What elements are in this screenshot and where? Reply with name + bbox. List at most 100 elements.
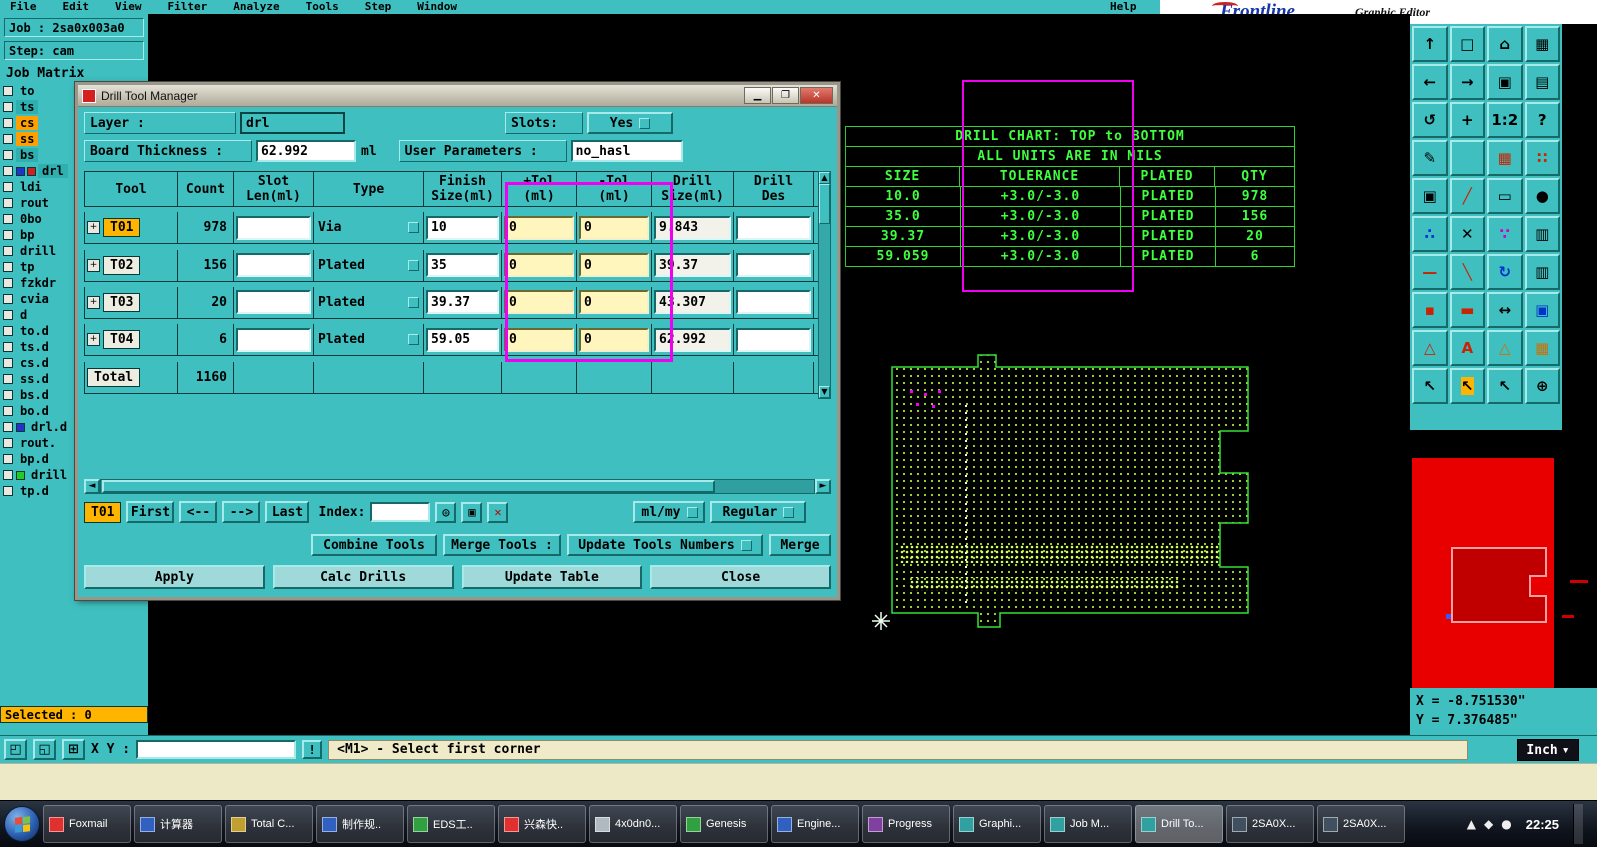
toolbar-icon-chip-icon[interactable]: ▣ xyxy=(1524,292,1560,328)
layer-visibility-icon[interactable] xyxy=(3,278,13,288)
menu-item[interactable]: View xyxy=(115,0,142,14)
layer-name[interactable]: ldi xyxy=(16,180,46,194)
user-parameters-input[interactable] xyxy=(570,140,683,162)
first-button[interactable]: First xyxy=(126,501,175,523)
layer-visibility-icon[interactable] xyxy=(3,406,13,416)
delete-tool-icon[interactable]: ✕ xyxy=(487,501,509,523)
layer-name[interactable]: tp.d xyxy=(16,484,53,498)
toolbar-icon-scatter-icon[interactable]: ∵ xyxy=(1487,216,1523,252)
toolbar-icon-dash-icon[interactable]: ▬ xyxy=(1449,292,1485,328)
maximize-button[interactable]: ❐ xyxy=(772,87,799,104)
taskbar-button--[interactable]: 计算器 xyxy=(134,805,222,843)
taskbar-button-total-c-[interactable]: Total C... xyxy=(225,805,313,843)
menu-item[interactable]: File xyxy=(10,0,37,14)
taskbar-button--[interactable]: 兴森快.. xyxy=(498,805,586,843)
tool-id[interactable]: T02 xyxy=(103,255,141,275)
layer-visibility-icon[interactable] xyxy=(3,262,13,272)
toolbar-icon-refresh-icon[interactable]: ↻ xyxy=(1487,254,1523,290)
layer-name[interactable]: rout. xyxy=(16,436,60,450)
tool-row-icon[interactable]: + xyxy=(87,333,100,347)
layer-visibility-icon[interactable] xyxy=(3,390,13,400)
snap-tool-icon[interactable]: ▣ xyxy=(461,501,483,523)
layer-name[interactable]: cs.d xyxy=(16,356,53,370)
taskbar-button--[interactable]: 制作规.. xyxy=(316,805,404,843)
layer-name[interactable]: drl xyxy=(38,164,68,178)
toolbar-icon-outline-triangle-icon[interactable]: △ xyxy=(1487,330,1523,366)
tool-row-icon[interactable]: + xyxy=(87,258,100,272)
toolbar-icon-help-icon[interactable]: ? xyxy=(1524,102,1560,138)
toolbar-icon-columns-icon[interactable]: ▥ xyxy=(1524,254,1560,290)
layer-name[interactable]: bs.d xyxy=(16,388,53,402)
mode-dropdown[interactable]: Regular xyxy=(710,501,807,523)
toolbar-icon-move-left-icon[interactable]: ← xyxy=(1412,64,1448,100)
toolbar-icon-center-icon[interactable]: + xyxy=(1449,102,1485,138)
type-dropdown[interactable]: Plated xyxy=(314,286,424,319)
type-dropdown[interactable]: Plated xyxy=(314,324,424,357)
taskbar-button-progress[interactable]: Progress xyxy=(862,805,950,843)
menu-item-help[interactable]: Help xyxy=(1110,0,1137,14)
taskbar-button-genesis[interactable]: Genesis xyxy=(680,805,768,843)
merge-button[interactable]: Merge xyxy=(769,534,831,556)
finish-size-input[interactable]: 35 xyxy=(426,253,499,278)
layer-visibility-icon[interactable] xyxy=(3,326,13,336)
toolbar-icon-layers-icon[interactable]: ▤ xyxy=(1524,64,1560,100)
units-toggle-button[interactable]: Inch ▾ xyxy=(1517,739,1579,761)
toolbar-icon-rotate-icon[interactable]: ↺ xyxy=(1412,102,1448,138)
layer-name[interactable]: d xyxy=(16,308,31,322)
layer-name[interactable]: ts xyxy=(16,100,39,114)
layer-name[interactable]: drl.d xyxy=(27,420,71,434)
merge-tools-button[interactable]: Merge Tools : xyxy=(443,534,561,556)
layer-visibility-icon[interactable] xyxy=(3,294,13,304)
tool-row-icon[interactable]: + xyxy=(87,295,100,309)
menu-item[interactable]: Filter xyxy=(168,0,208,14)
drill-des-input[interactable] xyxy=(736,215,811,240)
toolbar-icon-windows-icon[interactable]: ▣ xyxy=(1487,64,1523,100)
layer-visibility-icon[interactable] xyxy=(3,454,13,464)
toolbar-icon-warning-icon[interactable]: △ xyxy=(1412,330,1448,366)
scroll-down-icon[interactable]: ▼ xyxy=(819,386,830,398)
tool-row-icon[interactable]: + xyxy=(87,221,100,235)
tray-volume-icon[interactable]: ● xyxy=(1501,817,1511,831)
toolbar-icon-slope-icon[interactable]: ╲ xyxy=(1449,254,1485,290)
toolbar-icon-delete-icon[interactable]: ✕ xyxy=(1449,216,1485,252)
layer-visibility-icon[interactable] xyxy=(3,86,13,96)
layer-visibility-icon[interactable] xyxy=(3,102,13,112)
layer-visibility-icon[interactable] xyxy=(3,358,13,368)
finish-size-input[interactable]: 59.05 xyxy=(426,327,499,352)
taskbar-button-drill-to-[interactable]: Drill To... xyxy=(1135,805,1223,843)
layer-visibility-icon[interactable] xyxy=(3,134,13,144)
layer-name[interactable]: to.d xyxy=(16,324,53,338)
taskbar-button-engine-[interactable]: Engine... xyxy=(771,805,859,843)
slot-len-input[interactable] xyxy=(236,327,311,352)
tray-expand-icon[interactable]: ▲ xyxy=(1467,817,1476,831)
layer-name[interactable]: to xyxy=(16,84,38,98)
layer-name[interactable]: drill xyxy=(27,468,71,482)
menu-item[interactable]: Analyze xyxy=(233,0,279,14)
toolbar-icon-grid-icon[interactable]: ▦ xyxy=(1524,26,1560,62)
taskbar-button-2sa0x-[interactable]: 2SA0X... xyxy=(1317,805,1405,843)
update-tools-numbers-dropdown[interactable]: Update Tools Numbers xyxy=(567,534,763,556)
layer-name[interactable]: bp xyxy=(16,228,38,242)
toolbar-icon-distance-icon[interactable]: ↔ xyxy=(1487,292,1523,328)
layer-visibility-icon[interactable] xyxy=(3,214,13,224)
toolbar-icon-move-right-icon[interactable]: → xyxy=(1449,64,1485,100)
taskbar-button-graphi-[interactable]: Graphi... xyxy=(953,805,1041,843)
tool-id[interactable]: T03 xyxy=(103,292,141,312)
layer-visibility-icon[interactable] xyxy=(3,374,13,384)
toolbar-icon-sketch-icon[interactable]: ✎ xyxy=(1412,140,1448,176)
layer-visibility-icon[interactable] xyxy=(3,150,13,160)
toolbar-icon-table-icon[interactable]: ▥ xyxy=(1524,216,1560,252)
layer-name[interactable]: fzkdr xyxy=(16,276,60,290)
drill-des-input[interactable] xyxy=(736,253,811,278)
taskbar-button-4x0dn0-[interactable]: 4x0dn0... xyxy=(589,805,677,843)
toolbar-icon-ruler-icon[interactable]: ▭ xyxy=(1487,178,1523,214)
scroll-up-icon[interactable]: ▲ xyxy=(819,172,830,184)
toolbar-icon-cursor-select-icon[interactable]: ↖ xyxy=(1449,368,1485,404)
slot-len-input[interactable] xyxy=(236,290,311,315)
type-dropdown[interactable]: Via xyxy=(314,212,424,245)
dialog-action-button-update-table[interactable]: Update Table xyxy=(461,565,643,589)
minimize-button[interactable]: ▁ xyxy=(744,87,771,104)
taskbar-button-job-m-[interactable]: Job M... xyxy=(1044,805,1132,843)
index-input[interactable] xyxy=(370,502,431,522)
pcb-board-view[interactable] xyxy=(880,345,1265,635)
